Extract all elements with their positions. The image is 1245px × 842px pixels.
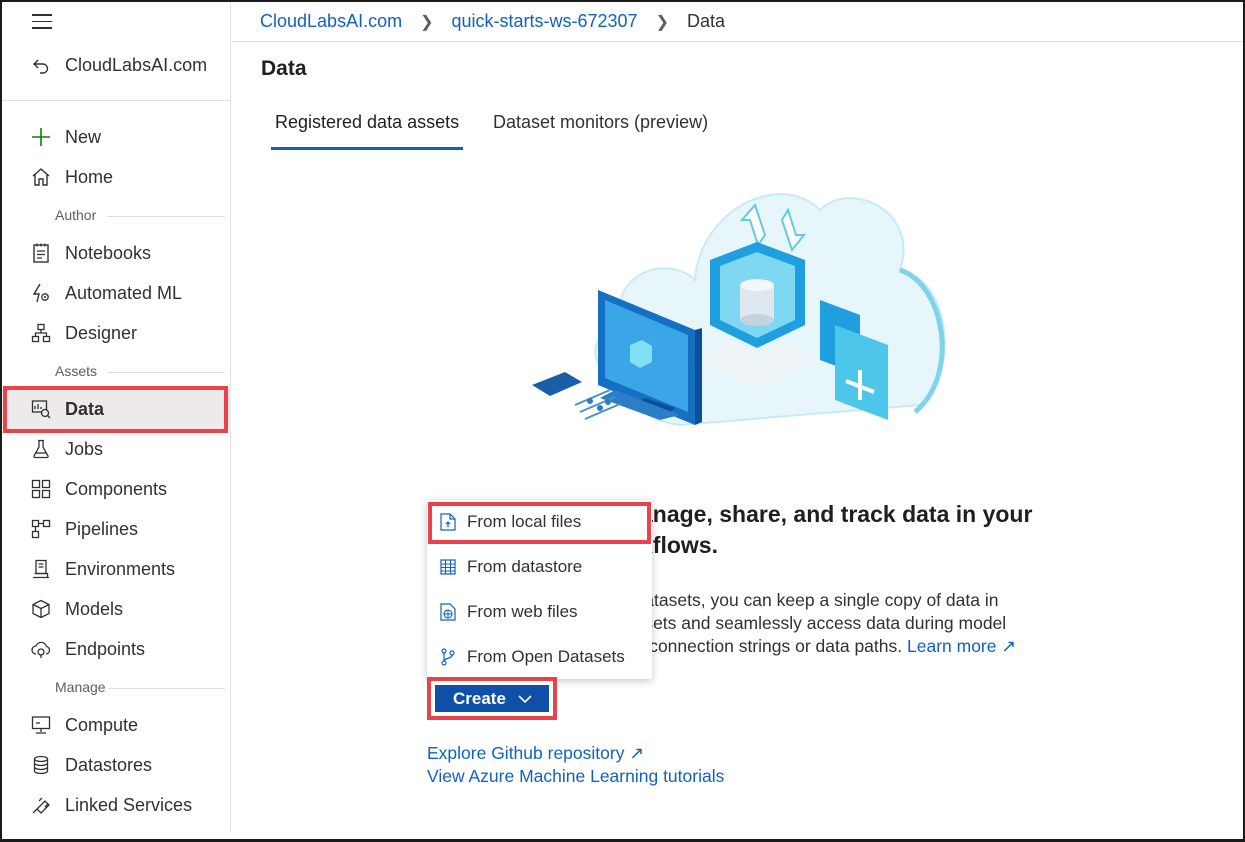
back-arrow-icon: [30, 54, 52, 76]
sidebar-item-pipelines[interactable]: Pipelines: [2, 509, 231, 549]
tab-registered-data-assets[interactable]: Registered data assets: [271, 112, 464, 150]
section-author: Author: [2, 207, 231, 225]
sidebar-item-label: Automated ML: [65, 282, 183, 303]
pipeline-icon: [30, 518, 52, 540]
sidebar-item-label: Linked Services: [65, 794, 193, 815]
sidebar-item-label: Designer: [65, 322, 138, 343]
sidebar-item-datastores[interactable]: Datastores: [2, 745, 231, 785]
sidebar-item-label: Environments: [65, 558, 176, 579]
sidebar-item-endpoints[interactable]: Endpoints: [2, 629, 231, 669]
sidebar-item-label: Components: [65, 478, 168, 499]
plus-icon: [30, 126, 52, 148]
data-illustration: [520, 150, 960, 440]
back-to-directory[interactable]: CloudLabsAI.com: [2, 50, 231, 80]
external-link-icon: ↗: [1001, 636, 1017, 656]
monitor-icon: [30, 714, 52, 736]
sidebar-item-designer[interactable]: Designer: [2, 313, 231, 353]
back-label: CloudLabsAI.com: [65, 54, 208, 75]
sidebar-item-components[interactable]: Components: [2, 469, 231, 509]
flask-icon: [30, 438, 52, 460]
sidebar-item-compute[interactable]: Compute: [2, 705, 231, 745]
sidebar-item-label: Models: [65, 598, 124, 619]
sidebar-item-notebooks[interactable]: Notebooks: [2, 233, 231, 273]
menu-item-from-web-files[interactable]: From web files: [427, 590, 652, 634]
explore-github-link[interactable]: Explore Github repository ↗: [427, 743, 644, 764]
breadcrumb-current: Data: [686, 11, 725, 31]
database-icon: [30, 754, 52, 776]
menu-item-label: From web files: [467, 602, 578, 621]
chevron-right-icon: ❯: [420, 13, 434, 31]
nav-divider: [2, 100, 231, 101]
empty-state-description: g datasets, you can keep a single copy o…: [620, 590, 1017, 656]
menu-item-from-open-datasets[interactable]: From Open Datasets: [427, 635, 652, 679]
breadcrumb-directory[interactable]: CloudLabsAI.com: [260, 11, 402, 32]
tab-dataset-monitors[interactable]: Dataset monitors (preview): [493, 112, 708, 150]
plug-icon: [30, 794, 52, 816]
create-button-highlight: Create: [427, 677, 557, 720]
components-icon: [30, 478, 52, 500]
breadcrumb: CloudLabsAI.com ❯ quick-starts-ws-672307…: [232, 2, 1243, 42]
create-button[interactable]: Create: [435, 685, 549, 712]
sidebar-item-label: Notebooks: [65, 242, 152, 263]
menu-item-label: From datastore: [467, 557, 583, 576]
table-icon: [439, 558, 457, 576]
branch-icon: [439, 648, 457, 666]
data-nav-highlight: [3, 386, 228, 433]
sidebar-item-linked-services[interactable]: Linked Services: [2, 785, 231, 825]
section-assets: Assets: [2, 363, 231, 381]
web-file-icon: [439, 603, 457, 621]
sidebar-item-label: Pipelines: [65, 518, 139, 539]
hamburger-menu-icon[interactable]: [32, 14, 52, 32]
menu-item-label: From Open Datasets: [467, 647, 625, 666]
section-manage: Manage: [2, 679, 231, 697]
page-title: Data: [261, 57, 307, 80]
sidebar-item-label: Compute: [65, 714, 139, 735]
sidebar-item-label: New: [65, 126, 102, 147]
view-tutorials-link[interactable]: View Azure Machine Learning tutorials: [427, 766, 724, 787]
sidebar-item-label: Home: [65, 166, 114, 187]
org-chart-icon: [30, 322, 52, 344]
sidebar-item-automated-ml[interactable]: Automated ML: [2, 273, 231, 313]
menu-item-from-datastore[interactable]: From datastore: [427, 545, 652, 589]
sidebar-item-label: Datastores: [65, 754, 153, 775]
lightning-gear-icon: [30, 282, 52, 304]
empty-state-heading: anage, share, and track data in your kfl…: [640, 501, 1033, 558]
create-button-label: Create: [453, 688, 506, 708]
home-icon: [30, 166, 52, 188]
cloud-endpoint-icon: [30, 638, 52, 660]
sidebar-item-label: Endpoints: [65, 638, 146, 659]
chevron-down-icon: [518, 689, 532, 709]
environment-icon: [30, 558, 52, 580]
chevron-right-icon: ❯: [655, 13, 669, 31]
sidebar-item-new[interactable]: New: [2, 117, 231, 157]
sidebar-item-models[interactable]: Models: [2, 589, 231, 629]
sidebar-item-jobs[interactable]: Jobs: [2, 429, 231, 469]
local-files-highlight: [428, 502, 651, 544]
notebook-icon: [30, 242, 52, 264]
cube-icon: [30, 598, 52, 620]
breadcrumb-workspace[interactable]: quick-starts-ws-672307: [451, 11, 637, 32]
sidebar-item-home[interactable]: Home: [2, 157, 231, 197]
external-link-icon: ↗: [629, 743, 645, 763]
sidebar-item-environments[interactable]: Environments: [2, 549, 231, 589]
learn-more-link[interactable]: Learn more ↗: [907, 636, 1016, 656]
sidebar-item-label: Jobs: [65, 438, 104, 459]
